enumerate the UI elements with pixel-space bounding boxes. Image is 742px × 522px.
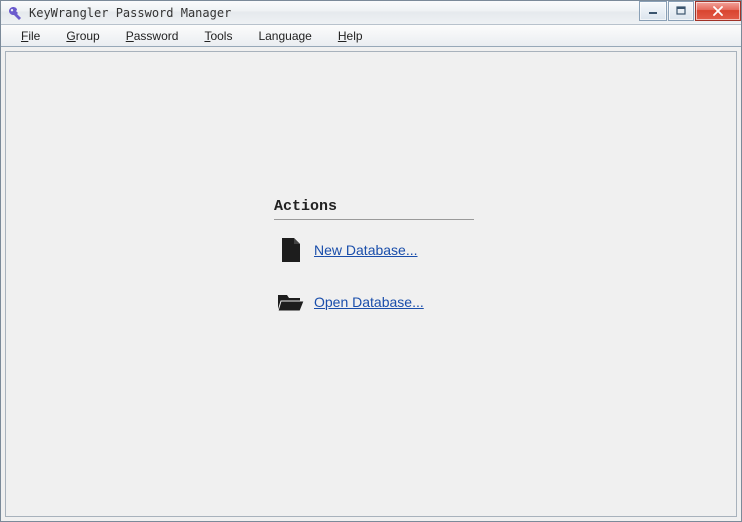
window-title: KeyWrangler Password Manager bbox=[29, 6, 231, 20]
minimize-button[interactable] bbox=[639, 1, 667, 21]
maximize-button[interactable] bbox=[668, 1, 694, 21]
menu-password[interactable]: Password bbox=[117, 27, 188, 45]
file-icon bbox=[274, 236, 308, 264]
new-database-action[interactable]: New Database... bbox=[274, 236, 474, 264]
close-button[interactable] bbox=[695, 1, 741, 21]
menu-group[interactable]: Group bbox=[57, 27, 108, 45]
window-controls bbox=[638, 1, 741, 21]
app-icon bbox=[7, 5, 23, 21]
menu-file[interactable]: File bbox=[12, 27, 49, 45]
menu-tools[interactable]: Tools bbox=[195, 27, 241, 45]
open-database-label: Open Database... bbox=[314, 294, 424, 310]
actions-header: Actions bbox=[274, 198, 474, 220]
menubar: File Group Password Tools Language Help bbox=[1, 25, 741, 47]
content-area: Actions New Database... Open bbox=[5, 51, 737, 517]
open-database-action[interactable]: Open Database... bbox=[274, 288, 474, 316]
menu-language[interactable]: Language bbox=[249, 27, 320, 45]
menu-help[interactable]: Help bbox=[329, 27, 372, 45]
new-database-label: New Database... bbox=[314, 242, 418, 258]
actions-panel: Actions New Database... Open bbox=[274, 198, 474, 340]
app-window: KeyWrangler Password Manager File Group … bbox=[0, 0, 742, 522]
folder-icon bbox=[274, 288, 308, 316]
titlebar: KeyWrangler Password Manager bbox=[1, 1, 741, 25]
